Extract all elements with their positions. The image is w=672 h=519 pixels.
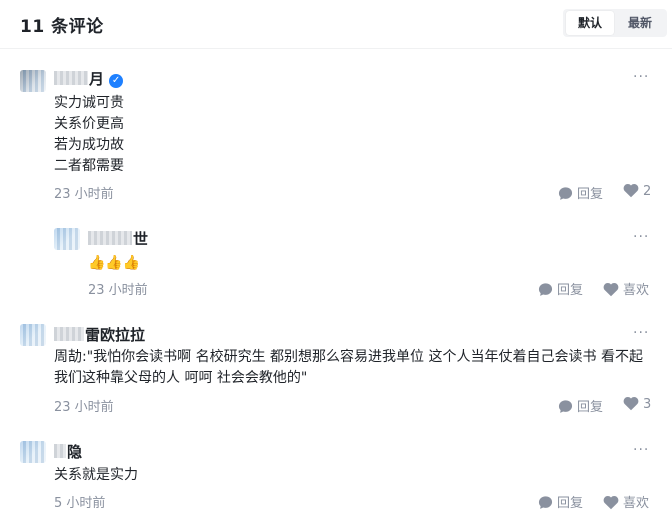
comment-bubble-icon xyxy=(558,187,573,200)
heart-icon xyxy=(603,496,619,510)
avatar[interactable] xyxy=(20,441,46,463)
username[interactable]: 雷欧拉拉 xyxy=(54,324,145,345)
comment-bubble-icon xyxy=(558,400,573,413)
redacted-name-mask xyxy=(88,231,132,245)
like-button[interactable]: 2 xyxy=(623,183,651,199)
comment-text: 👍👍👍 xyxy=(88,255,141,271)
avatar[interactable] xyxy=(20,70,46,92)
redacted-name-mask xyxy=(54,71,88,85)
reply-button[interactable]: 回复 xyxy=(558,183,603,202)
more-options-icon[interactable]: ··· xyxy=(633,230,649,244)
timestamp: 5 小时前 xyxy=(54,496,106,511)
avatar[interactable] xyxy=(20,324,46,346)
timestamp: 23 小时前 xyxy=(54,400,114,415)
reply-button[interactable]: 回复 xyxy=(558,396,603,415)
heart-icon xyxy=(623,397,639,411)
comment-count-title: 11 条评论 xyxy=(20,17,104,37)
comment-bubble-icon xyxy=(538,283,553,296)
comment-text: 关系就是实力 xyxy=(54,467,138,483)
sort-default-button[interactable]: 默认 xyxy=(566,11,614,35)
like-button[interactable]: 喜欢 xyxy=(603,279,649,298)
comment-text: 周劼:"我怕你会读书啊 名校研究生 都别想那么容易进我单位 这个人当年仗着自己会… xyxy=(54,349,643,386)
comment-bubble-icon xyxy=(538,496,553,509)
timestamp: 23 小时前 xyxy=(88,283,148,298)
avatar[interactable] xyxy=(54,228,80,250)
more-options-icon[interactable]: ··· xyxy=(633,70,649,84)
more-options-icon[interactable]: ··· xyxy=(633,326,649,340)
redacted-name-mask xyxy=(54,444,66,458)
timestamp: 23 小时前 xyxy=(54,187,114,202)
sort-latest-button[interactable]: 最新 xyxy=(616,11,664,35)
like-button[interactable]: 喜欢 xyxy=(603,492,649,511)
more-options-icon[interactable]: ··· xyxy=(633,443,649,457)
reply-button[interactable]: 回复 xyxy=(538,492,583,511)
reply-button[interactable]: 回复 xyxy=(538,279,583,298)
heart-icon xyxy=(623,184,639,198)
username[interactable]: 隐 xyxy=(54,441,82,462)
comments-header: 11 条评论 默认 最新 xyxy=(0,0,672,49)
username[interactable]: 世 xyxy=(88,228,148,249)
comment-text: 实力诚可贵 关系价更高 若为成功故 二者都需要 xyxy=(54,95,124,174)
username[interactable]: 月 ✓ xyxy=(54,68,124,89)
verified-badge-icon: ✓ xyxy=(109,74,124,88)
redacted-name-mask xyxy=(54,327,84,341)
heart-icon xyxy=(603,283,619,297)
like-button[interactable]: 3 xyxy=(623,396,651,412)
sort-toggle: 默认 最新 xyxy=(563,9,667,37)
